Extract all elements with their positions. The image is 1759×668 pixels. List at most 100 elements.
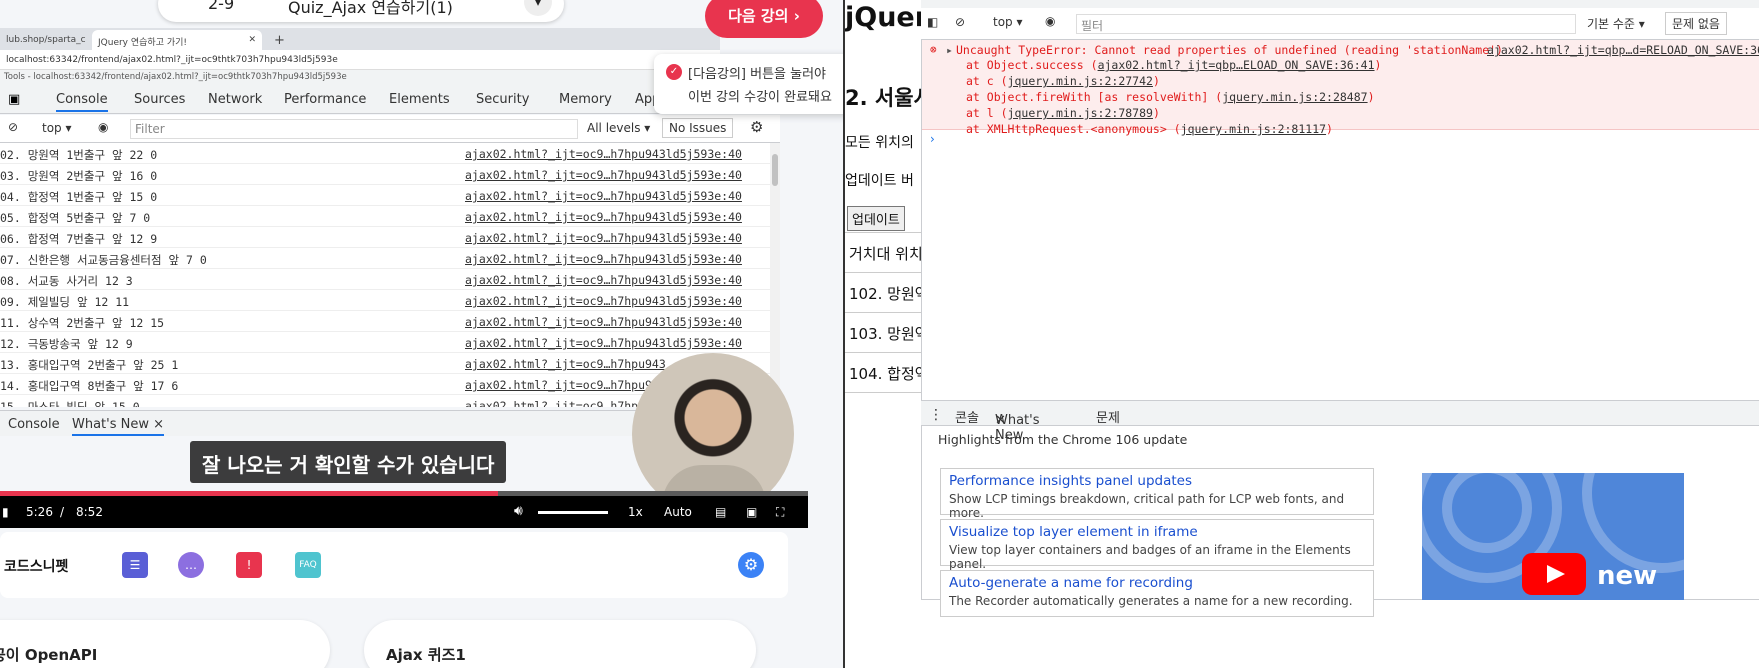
inner-tab-2[interactable]: JQuery 연습하고 가기! ✕ bbox=[92, 30, 262, 50]
tab-memory[interactable]: Memory bbox=[559, 92, 612, 107]
lesson-selector[interactable]: 2-9 Quiz_Ajax 연습하기(1) ▾ bbox=[158, 0, 564, 22]
log-source-link[interactable]: ajax02.html?_ijt=oc9…h7hpu943ld5j593e:40 bbox=[465, 168, 742, 182]
frame-label: at Object.success ( bbox=[966, 58, 1098, 72]
log-source-link[interactable]: ajax02.html?_ijt=oc9…h7hpu943ld5j593e:40 bbox=[465, 315, 742, 329]
whats-new-card[interactable]: Performance insights panel updates Show L… bbox=[940, 468, 1374, 520]
captions-icon[interactable]: ▤ bbox=[715, 505, 726, 519]
log-source-link[interactable]: ajax02.html?_ijt=oc9…h7hpu943ld5j593e:40 bbox=[465, 294, 742, 308]
chevron-down-icon[interactable]: ▾ bbox=[524, 0, 552, 16]
console-log-row: 06. 합정역 7번출구 앞 12 9 ajax02.html?_ijt=oc9…… bbox=[0, 227, 778, 248]
close-icon[interactable]: ✕ bbox=[995, 413, 1006, 428]
new-tab-button[interactable]: + bbox=[268, 28, 291, 48]
context-label: top bbox=[993, 15, 1013, 29]
snippet-brand: 코드스니펫 bbox=[4, 559, 69, 575]
console-filter-input[interactable]: Filter bbox=[130, 119, 578, 139]
log-levels-dropdown[interactable]: 기본 수준 ▾ bbox=[1587, 15, 1645, 32]
drawer-tab-issues[interactable]: 문제 bbox=[1096, 407, 1120, 426]
drawer-menu-icon[interactable]: ⋮ bbox=[929, 407, 943, 423]
chat-icon[interactable]: … bbox=[178, 552, 204, 578]
lesson-number: 2-9 bbox=[208, 0, 235, 13]
whats-new-card[interactable]: Auto-generate a name for recording The Re… bbox=[940, 570, 1374, 617]
stack-frame: at XMLHttpRequest.<anonymous> (jquery.mi… bbox=[966, 122, 1333, 136]
card-ajax-quiz[interactable]: Ajax 퀴즈1 bbox=[364, 620, 756, 668]
issues-button[interactable]: No Issues bbox=[662, 118, 734, 138]
log-source-link[interactable]: ajax02.html?_ijt=oc9…h7hpu943 bbox=[465, 378, 666, 392]
scrollbar-thumb[interactable] bbox=[772, 154, 778, 186]
log-source-link[interactable]: ajax02.html?_ijt=oc9…h7hpu943ld5j593e:40 bbox=[465, 147, 742, 161]
release-video-thumbnail[interactable]: new bbox=[1422, 473, 1684, 600]
next-lecture-button[interactable]: 다음 강의 › bbox=[705, 0, 823, 38]
inner-browser-tabstrip: lub.shop/sparta_c JQuery 연습하고 가기! ✕ + bbox=[0, 28, 720, 50]
quality-button[interactable]: Auto bbox=[664, 505, 692, 519]
frame-link[interactable]: jquery.min.js:2:27742 bbox=[1008, 74, 1153, 88]
inner-address-bar[interactable]: localhost:63342/frontend/ajax02.html?_ij… bbox=[0, 50, 720, 70]
tab-console[interactable]: Console bbox=[56, 92, 108, 112]
play-pause-icon[interactable]: ▮ bbox=[2, 505, 9, 519]
frame-link[interactable]: jquery.min.js:2:28487 bbox=[1222, 90, 1367, 104]
checklist-icon[interactable]: ☰ bbox=[122, 552, 148, 578]
drawer-tab-console[interactable]: Console bbox=[8, 417, 60, 432]
console-toolbar-right: ◧ ⊘ top ▾ ◉ 필터 기본 수준 ▾ 문제 없음 bbox=[921, 8, 1759, 40]
close-icon[interactable]: ✕ bbox=[248, 35, 256, 45]
settings-gear-icon[interactable]: ⚙ bbox=[750, 118, 763, 136]
context-selector[interactable]: top ▾ bbox=[993, 15, 1023, 29]
whats-new-desc: The Recorder automatically generates a n… bbox=[949, 594, 1353, 608]
log-source-link[interactable]: ajax02.html?_ijt=oc9…h7hpu943ld5j593e:40 bbox=[465, 336, 742, 350]
context-selector[interactable]: top ▾ bbox=[42, 121, 72, 135]
log-source-link[interactable]: ajax02.html?_ijt=oc9…h7hpu943ld5j593e:40 bbox=[465, 189, 742, 203]
current-time: 5:26 bbox=[26, 505, 53, 519]
close-icon[interactable]: × bbox=[153, 417, 164, 432]
eye-icon[interactable]: ◉ bbox=[98, 120, 108, 134]
volume-icon[interactable]: 🔊︎ bbox=[514, 503, 523, 519]
whats-new-title[interactable]: Performance insights panel updates bbox=[949, 473, 1365, 489]
pip-icon[interactable]: ▣ bbox=[746, 505, 757, 519]
faq-icon[interactable]: FAQ bbox=[295, 552, 321, 578]
frame-link[interactable]: jquery.min.js:2:78789 bbox=[1008, 106, 1153, 120]
check-icon: ✓ bbox=[666, 64, 682, 80]
clear-console-icon[interactable]: ⊘ bbox=[955, 15, 965, 29]
console-prompt[interactable]: › bbox=[930, 132, 935, 146]
card-openapi[interactable]: 공이 OpenAPI bbox=[0, 620, 330, 668]
update-button[interactable]: 업데이트 bbox=[847, 206, 905, 231]
dock-icon[interactable]: ▣ bbox=[8, 92, 20, 107]
log-source-link[interactable]: ajax02.html?_ijt=oc9…h7hpu943ld5j593e:40 bbox=[465, 252, 742, 266]
frame-link[interactable]: jquery.min.js:2:81117 bbox=[1181, 122, 1326, 136]
drawer-tab-console[interactable]: 콘솔 bbox=[955, 407, 979, 426]
log-source-link[interactable]: ajax02.html?_ijt=oc9…h7hpu943ld5j593e:40 bbox=[465, 210, 742, 224]
notif-line-2: 이번 강의 수강이 완료돼요 bbox=[688, 90, 832, 105]
tab-sources[interactable]: Sources bbox=[134, 92, 185, 107]
frame-link[interactable]: ajax02.html?_ijt=qbp…ELOAD_ON_SAVE:36:41 bbox=[1098, 58, 1375, 72]
whats-new-card[interactable]: Visualize top layer element in iframe Vie… bbox=[940, 519, 1374, 571]
console-filter-input[interactable]: 필터 bbox=[1076, 14, 1576, 34]
log-source-link[interactable]: ajax02.html?_ijt=oc9…h7hpu943ld5j593e:40 bbox=[465, 231, 742, 245]
log-text: 05. 합정역 5번출구 앞 7 0 bbox=[0, 211, 151, 225]
speed-button[interactable]: 1x bbox=[628, 505, 643, 519]
log-source-link[interactable]: ajax02.html?_ijt=oc9…h7hpu943 bbox=[465, 357, 666, 371]
log-levels-dropdown[interactable]: All levels ▾ bbox=[587, 121, 650, 135]
inner-tab-1[interactable]: lub.shop/sparta_c bbox=[0, 30, 92, 50]
whats-new-title[interactable]: Auto-generate a name for recording bbox=[949, 575, 1365, 591]
clear-console-icon[interactable]: ⊘ bbox=[8, 120, 18, 134]
log-source-link[interactable]: ajax02.html?_ijt=oc9…h7hpu943ld5j593e:40 bbox=[465, 273, 742, 287]
volume-slider[interactable] bbox=[538, 511, 608, 514]
tab-network[interactable]: Network bbox=[208, 92, 262, 107]
next-lecture-notification: ✓ [다음강의] 버튼을 눌러야 이번 강의 수강이 완료돼요 bbox=[654, 54, 843, 114]
whats-new-title[interactable]: Visualize top layer element in iframe bbox=[949, 524, 1365, 540]
tab-security[interactable]: Security bbox=[476, 92, 529, 107]
source-link[interactable]: ajax02.html?_ijt=qbp…d=RELOAD_ON_SAVE:36 bbox=[1487, 43, 1759, 57]
expand-triangle-icon[interactable]: ▸ bbox=[946, 43, 953, 57]
log-source-link[interactable]: ajax02.html?_ijt=oc9…h7hp bbox=[465, 399, 638, 407]
notif-line-1: [다음강의] 버튼을 눌러야 bbox=[688, 67, 827, 82]
issues-button[interactable]: 문제 없음 bbox=[1665, 12, 1727, 35]
sidebar-toggle-icon[interactable]: ◧ bbox=[927, 15, 938, 29]
youtube-play-icon[interactable] bbox=[1522, 553, 1586, 595]
console-log-list: 02. 망원역 1번출구 앞 22 0 ajax02.html?_ijt=oc9…… bbox=[0, 143, 778, 407]
warning-icon[interactable]: ! bbox=[236, 552, 262, 578]
error-source-link[interactable]: ajax02.html?_ijt=qbp…d=RELOAD_ON_SAVE:36 bbox=[1487, 43, 1759, 57]
drawer-tab-whats-new[interactable]: What's New × bbox=[72, 417, 165, 436]
tab-performance[interactable]: Performance bbox=[284, 92, 366, 107]
tab-elements[interactable]: Elements bbox=[389, 92, 450, 107]
gear-icon[interactable]: ⚙ bbox=[738, 552, 764, 578]
fullscreen-icon[interactable]: ⛶ bbox=[776, 505, 784, 520]
eye-icon[interactable]: ◉ bbox=[1045, 14, 1055, 28]
